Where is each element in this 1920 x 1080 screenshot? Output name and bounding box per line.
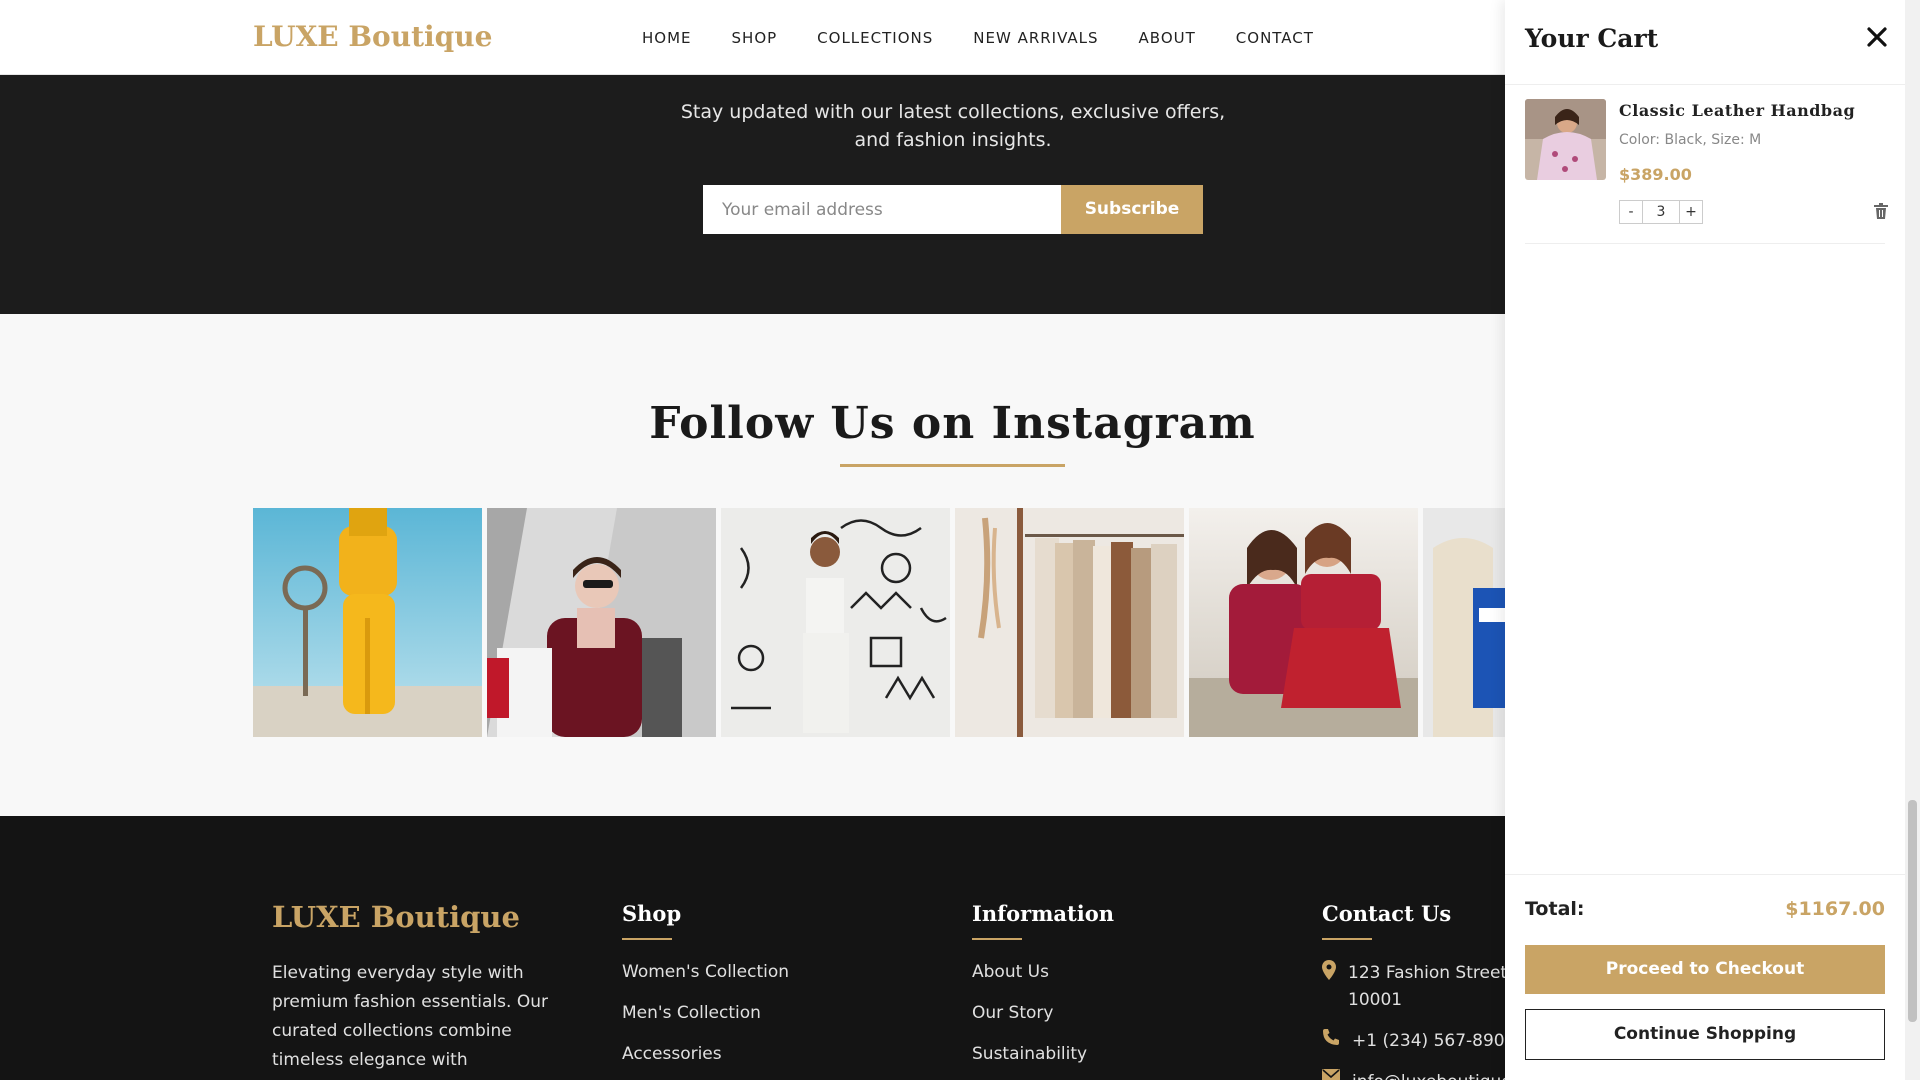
footer-contact-column: Contact Us 123 Fashion Street, I 10001 +…	[1322, 901, 1523, 1080]
instagram-tile-1[interactable]	[253, 508, 482, 737]
cart-item-image[interactable]	[1525, 99, 1606, 180]
divider	[1505, 84, 1905, 85]
footer-shop-title: Shop	[622, 901, 682, 926]
divider	[1505, 874, 1905, 875]
footer-link-womens[interactable]: Women's Collection	[622, 962, 789, 1003]
contact-address-line2: 10001	[1348, 990, 1403, 1010]
newsletter-text: Stay updated with our latest collections…	[680, 101, 1226, 151]
nav-about[interactable]: ABOUT	[1139, 29, 1196, 47]
cart-item-price: $389.00	[1619, 165, 1692, 184]
location-pin-icon	[1322, 960, 1336, 980]
footer-shop-column: Shop Women's Collection Men's Collection…	[622, 901, 789, 1080]
close-icon[interactable]	[1864, 24, 1890, 50]
contact-address: 123 Fashion Street, I 10001	[1322, 960, 1523, 1014]
footer-link-accessories[interactable]: Accessories	[622, 1044, 789, 1080]
contact-address-line1: 123 Fashion Street, I	[1348, 963, 1523, 983]
instagram-tile-2[interactable]	[487, 508, 716, 737]
trash-icon[interactable]	[1873, 202, 1889, 220]
brand-logo[interactable]: LUXE Boutique	[253, 20, 492, 53]
cart-drawer: Your Cart Classic Leather Handbag Color:…	[1505, 0, 1905, 1080]
quantity-value[interactable]: 3	[1643, 200, 1679, 224]
nav-collections[interactable]: COLLECTIONS	[817, 29, 933, 47]
nav-contact[interactable]: CONTACT	[1236, 29, 1314, 47]
title-underline	[1322, 938, 1372, 940]
scrollbar-thumb[interactable]	[1908, 800, 1917, 1022]
footer-information-title: Information	[972, 901, 1114, 926]
continue-shopping-button[interactable]: Continue Shopping	[1525, 1009, 1885, 1060]
title-underline	[972, 938, 1022, 940]
instagram-tile-3[interactable]	[721, 508, 950, 737]
contact-phone-text[interactable]: +1 (234) 567-8901	[1352, 1028, 1515, 1055]
divider	[1525, 243, 1885, 244]
email-input[interactable]	[703, 185, 1061, 234]
contact-address-lines: 123 Fashion Street, I 10001	[1348, 960, 1523, 1014]
phone-icon	[1323, 1029, 1339, 1045]
envelope-icon	[1322, 1069, 1340, 1080]
title-underline	[622, 938, 672, 940]
main-nav: HOME SHOP COLLECTIONS NEW ARRIVALS ABOUT…	[642, 29, 1314, 47]
footer-link-sustainability[interactable]: Sustainability	[972, 1044, 1114, 1080]
contact-email-text[interactable]: info@luxeboutique	[1352, 1069, 1512, 1080]
subscribe-button[interactable]: Subscribe	[1061, 185, 1203, 234]
title-underline	[840, 464, 1065, 467]
quantity-decrease-button[interactable]: -	[1619, 200, 1643, 224]
footer-link-mens[interactable]: Men's Collection	[622, 1003, 789, 1044]
contact-list: 123 Fashion Street, I 10001 +1 (234) 567…	[1322, 960, 1523, 1080]
checkout-button[interactable]: Proceed to Checkout	[1525, 945, 1885, 994]
nav-new-arrivals[interactable]: NEW ARRIVALS	[973, 29, 1098, 47]
footer-logo[interactable]: LUXE Boutique	[272, 900, 520, 934]
instagram-tile-5[interactable]	[1189, 508, 1418, 737]
contact-phone: +1 (234) 567-8901	[1322, 1028, 1523, 1055]
footer-link-about-us[interactable]: About Us	[972, 962, 1114, 1003]
footer-link-our-story[interactable]: Our Story	[972, 1003, 1114, 1044]
cart-item-name[interactable]: Classic Leather Handbag	[1619, 101, 1855, 120]
quantity-stepper: - 3 +	[1619, 200, 1703, 224]
instagram-tile-4[interactable]	[955, 508, 1184, 737]
footer-description: Elevating everyday style with premium fa…	[272, 963, 548, 1080]
nav-home[interactable]: HOME	[642, 29, 692, 47]
cart-title: Your Cart	[1525, 24, 1659, 53]
footer-contact-title: Contact Us	[1322, 901, 1452, 926]
quantity-increase-button[interactable]: +	[1679, 200, 1703, 224]
nav-shop[interactable]: SHOP	[732, 29, 778, 47]
total-label: Total:	[1525, 898, 1585, 920]
total-value: $1167.00	[1785, 898, 1885, 920]
contact-email: info@luxeboutique	[1322, 1069, 1523, 1080]
footer-information-column: Information About Us Our Story Sustainab…	[972, 901, 1114, 1080]
cart-item-variant: Color: Black, Size: M	[1619, 132, 1762, 148]
